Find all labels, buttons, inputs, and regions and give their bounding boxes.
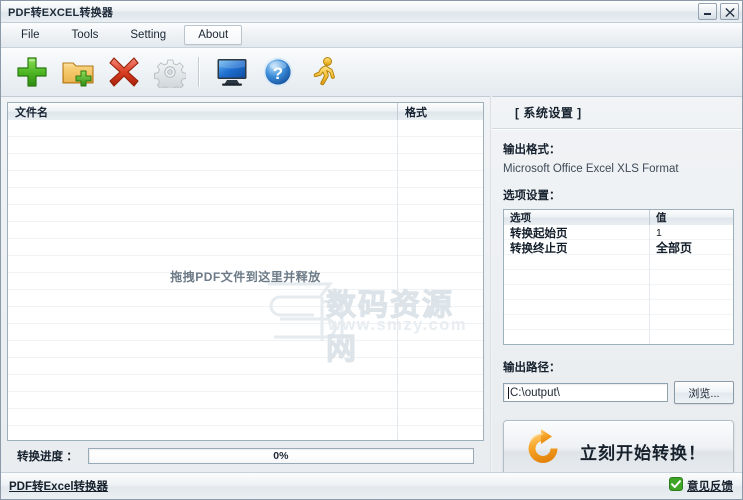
menu-item-tools[interactable]: Tools xyxy=(58,25,113,45)
output-format-value: Microsoft Office Excel XLS Format xyxy=(503,163,679,175)
add-folder-button[interactable] xyxy=(55,51,101,93)
column-header-format[interactable]: 格式 xyxy=(398,103,483,120)
output-format-label: 输出格式： xyxy=(503,144,561,156)
option-value-end-page[interactable]: 全部页 xyxy=(650,239,733,256)
output-path-value: C:\output\ xyxy=(510,386,560,399)
run-button[interactable] xyxy=(301,51,347,93)
option-name-end-page: 转换终止页 xyxy=(510,242,568,255)
title-bar: PDF转EXCEL转换器 xyxy=(1,1,742,23)
menu-item-file[interactable]: File xyxy=(7,25,54,45)
orange-refresh-icon xyxy=(520,427,566,476)
output-path-input[interactable]: C:\output\ xyxy=(503,383,668,402)
green-check-icon xyxy=(669,476,683,496)
question-mark-icon: ? xyxy=(262,56,294,88)
options-label: 选项设置： xyxy=(503,190,561,202)
progress-label: 转换进度 ： xyxy=(17,451,78,463)
feedback-area[interactable]: 意见反馈 xyxy=(669,476,733,496)
application-window: PDF转EXCEL转换器 File Tools Setting About ? … xyxy=(0,0,743,500)
remove-file-button[interactable] xyxy=(101,51,147,93)
menu-bar: File Tools Setting About xyxy=(1,23,742,48)
option-name-start-page: 转换起始页 xyxy=(510,227,568,240)
options-table[interactable]: 选项 值 转换起始页 1 转换终止页 全部页 xyxy=(503,209,734,345)
toolbar-separator xyxy=(198,57,200,87)
monitor-icon xyxy=(216,57,248,87)
column-header-filename[interactable]: 文件名 xyxy=(8,103,398,120)
options-column-header-value[interactable]: 值 xyxy=(650,210,733,225)
gear-icon xyxy=(154,56,186,88)
folder-add-icon xyxy=(61,57,95,87)
text-caret xyxy=(508,386,509,399)
option-value-start-page[interactable]: 1 xyxy=(650,227,733,239)
left-panel: 文件名 格式 数码资源网 www.smzy.com 拖拽PDF文件到这里并释放 … xyxy=(1,96,490,471)
settings-panel: [ 系统设置 ] 输出格式： Microsoft Office Excel XL… xyxy=(492,96,742,482)
menu-item-about[interactable]: About xyxy=(184,25,243,45)
output-path-row: C:\output\ 浏览... xyxy=(503,381,734,404)
start-convert-label: 立刻开始转换！ xyxy=(580,443,706,463)
settings-button[interactable] xyxy=(147,51,193,93)
feedback-link[interactable]: 意见反馈 xyxy=(687,478,733,494)
settings-panel-body: 输出格式： Microsoft Office Excel XLS Format … xyxy=(492,129,742,482)
file-list[interactable]: 文件名 格式 数码资源网 www.smzy.com 拖拽PDF文件到这里并释放 xyxy=(7,102,484,441)
window-title: PDF转EXCEL转换器 xyxy=(8,6,114,19)
add-file-button[interactable] xyxy=(9,51,55,93)
toolbar: ? xyxy=(1,48,742,97)
help-button[interactable]: ? xyxy=(255,51,301,93)
product-link[interactable]: PDF转Excel转换器 xyxy=(9,478,108,494)
menu-item-setting[interactable]: Setting xyxy=(116,25,180,45)
options-table-body: 转换起始页 1 转换终止页 全部页 xyxy=(504,225,733,344)
settings-panel-title: [ 系统设置 ] xyxy=(515,105,582,120)
progress-bar: 0% xyxy=(87,448,474,464)
running-person-icon xyxy=(309,56,339,88)
main-content: 文件名 格式 数码资源网 www.smzy.com 拖拽PDF文件到这里并释放 … xyxy=(1,96,742,482)
green-plus-icon xyxy=(15,55,49,89)
output-path-label: 输出路径： xyxy=(503,362,561,374)
drop-zone-hint: 拖拽PDF文件到这里并释放 xyxy=(170,270,321,284)
progress-percent-text: 0% xyxy=(273,450,289,462)
file-list-body[interactable]: 数码资源网 www.smzy.com 拖拽PDF文件到这里并释放 xyxy=(8,120,483,440)
close-button[interactable] xyxy=(720,3,739,20)
file-list-header: 文件名 格式 xyxy=(8,103,483,121)
browse-button[interactable]: 浏览... xyxy=(674,381,734,404)
table-row[interactable]: 转换起始页 1 xyxy=(504,225,733,240)
monitor-button[interactable] xyxy=(209,51,255,93)
options-column-header-option[interactable]: 选项 xyxy=(504,210,650,225)
red-x-icon xyxy=(108,56,140,88)
status-bar: PDF转Excel转换器 意见反馈 xyxy=(1,472,742,499)
svg-text:?: ? xyxy=(273,64,283,83)
progress-row: 转换进度 ： 0% xyxy=(7,441,484,471)
window-controls xyxy=(698,3,739,20)
minimize-button[interactable] xyxy=(698,3,717,20)
table-row[interactable]: 转换终止页 全部页 xyxy=(504,240,733,255)
